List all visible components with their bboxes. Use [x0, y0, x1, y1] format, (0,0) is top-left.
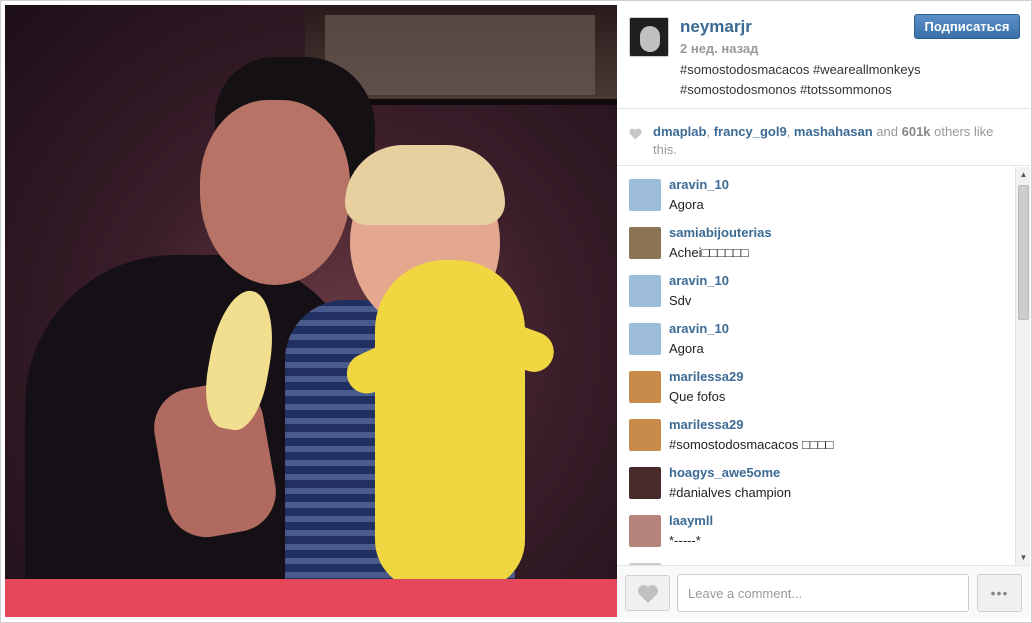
commenter-avatar[interactable]: [629, 371, 661, 403]
commenter-avatar[interactable]: [629, 275, 661, 307]
post-caption: #somostodosmacacos #weareallmonkeys #som…: [680, 60, 980, 100]
likes-text: dmaplab, francy_gol9, mashahasan and 601…: [653, 123, 1013, 159]
comment-text: Que fofos: [669, 389, 726, 404]
comment-text: Sdv: [669, 293, 692, 308]
commenter-avatar[interactable]: [629, 179, 661, 211]
commenter-avatar[interactable]: [629, 515, 661, 547]
comment-item: hoagys_awe5ome #danialves champion: [617, 455, 1015, 503]
commenter-username[interactable]: hoagys_awe5ome: [669, 465, 780, 480]
post-timestamp: 2 нед. назад: [680, 41, 759, 56]
author-avatar[interactable]: [629, 17, 669, 57]
and-text: and: [872, 124, 902, 139]
comment-input[interactable]: [677, 574, 969, 612]
photo-man-head: [200, 100, 350, 285]
comment-item: laaymll *-----*: [617, 503, 1015, 551]
heart-icon: [637, 585, 659, 603]
photo-table: [5, 579, 617, 617]
comment-text: #somostodosmacacos □□□□: [669, 437, 834, 452]
separator: ,: [706, 124, 714, 139]
comment-item: samiabijouterias Achei□□□□□□: [617, 215, 1015, 263]
commenter-avatar[interactable]: [629, 467, 661, 499]
separator: ,: [786, 124, 794, 139]
more-options-button[interactable]: •••: [977, 574, 1022, 612]
comment-text: #danialves champion: [669, 485, 792, 500]
follow-button[interactable]: Подписаться: [914, 14, 1020, 39]
comment-text: Agora: [669, 341, 704, 356]
post-header: neymarjr 2 нед. назад #somostodosmacacos…: [617, 5, 1030, 109]
commenter-username[interactable]: samiabijouterias: [669, 225, 772, 240]
liker-link[interactable]: mashahasan: [794, 124, 873, 139]
comments-list[interactable]: aravin_10 Agora samiabijouterias Achei□□□□□…: [617, 167, 1015, 565]
commenter-username[interactable]: marilessa29: [669, 369, 743, 384]
commenter-username[interactable]: marilessa29: [669, 417, 743, 432]
post-photo[interactable]: [5, 5, 617, 617]
scroll-up-arrow-icon[interactable]: ▲: [1016, 167, 1031, 182]
commenter-username[interactable]: aravin_10: [669, 273, 729, 288]
commenter-username[interactable]: aravin_10: [669, 177, 729, 192]
likes-count[interactable]: 601k: [902, 124, 931, 139]
author-username[interactable]: neymarjr: [680, 17, 752, 37]
like-button[interactable]: [625, 575, 670, 611]
post-side-panel: neymarjr 2 нед. назад #somostodosmacacos…: [617, 5, 1030, 617]
commenter-avatar[interactable]: [629, 323, 661, 355]
comment-item: aravin_10 Agora: [617, 167, 1015, 215]
commenter-avatar[interactable]: [629, 227, 661, 259]
comment-text: Agora: [669, 197, 704, 212]
comment-text: Achei□□□□□□: [669, 245, 749, 260]
comments-scrollbar[interactable]: ▲ ▼: [1015, 167, 1030, 565]
photo-kid-hair: [345, 145, 505, 225]
comment-item: marilessa29 #somostodosmacacos □□□□: [617, 407, 1015, 455]
scroll-down-arrow-icon[interactable]: ▼: [1016, 550, 1031, 565]
commenter-username[interactable]: aravin_10: [669, 321, 729, 336]
photo-banana-toy: [375, 260, 525, 590]
commenter-username[interactable]: laaymll: [669, 513, 713, 528]
comment-footer: •••: [617, 565, 1030, 617]
comment-item: aravin_10 Sdv: [617, 263, 1015, 311]
comment-text: *-----*: [669, 533, 701, 548]
liker-link[interactable]: francy_gol9: [714, 124, 787, 139]
comment-item: [617, 551, 1015, 565]
caption-line: #somostodosmacacos #weareallmonkeys: [680, 62, 921, 77]
heart-icon: [629, 128, 642, 140]
caption-line: #somostodosmonos #totssommonos: [680, 82, 892, 97]
comment-item: marilessa29 Que fofos: [617, 359, 1015, 407]
liker-link[interactable]: dmaplab: [653, 124, 706, 139]
likes-section: dmaplab, francy_gol9, mashahasan and 601…: [617, 109, 1030, 166]
post-window: neymarjr 2 нед. назад #somostodosmacacos…: [0, 0, 1032, 623]
comment-item: aravin_10 Agora: [617, 311, 1015, 359]
scrollbar-thumb[interactable]: [1018, 185, 1029, 320]
commenter-avatar[interactable]: [629, 419, 661, 451]
